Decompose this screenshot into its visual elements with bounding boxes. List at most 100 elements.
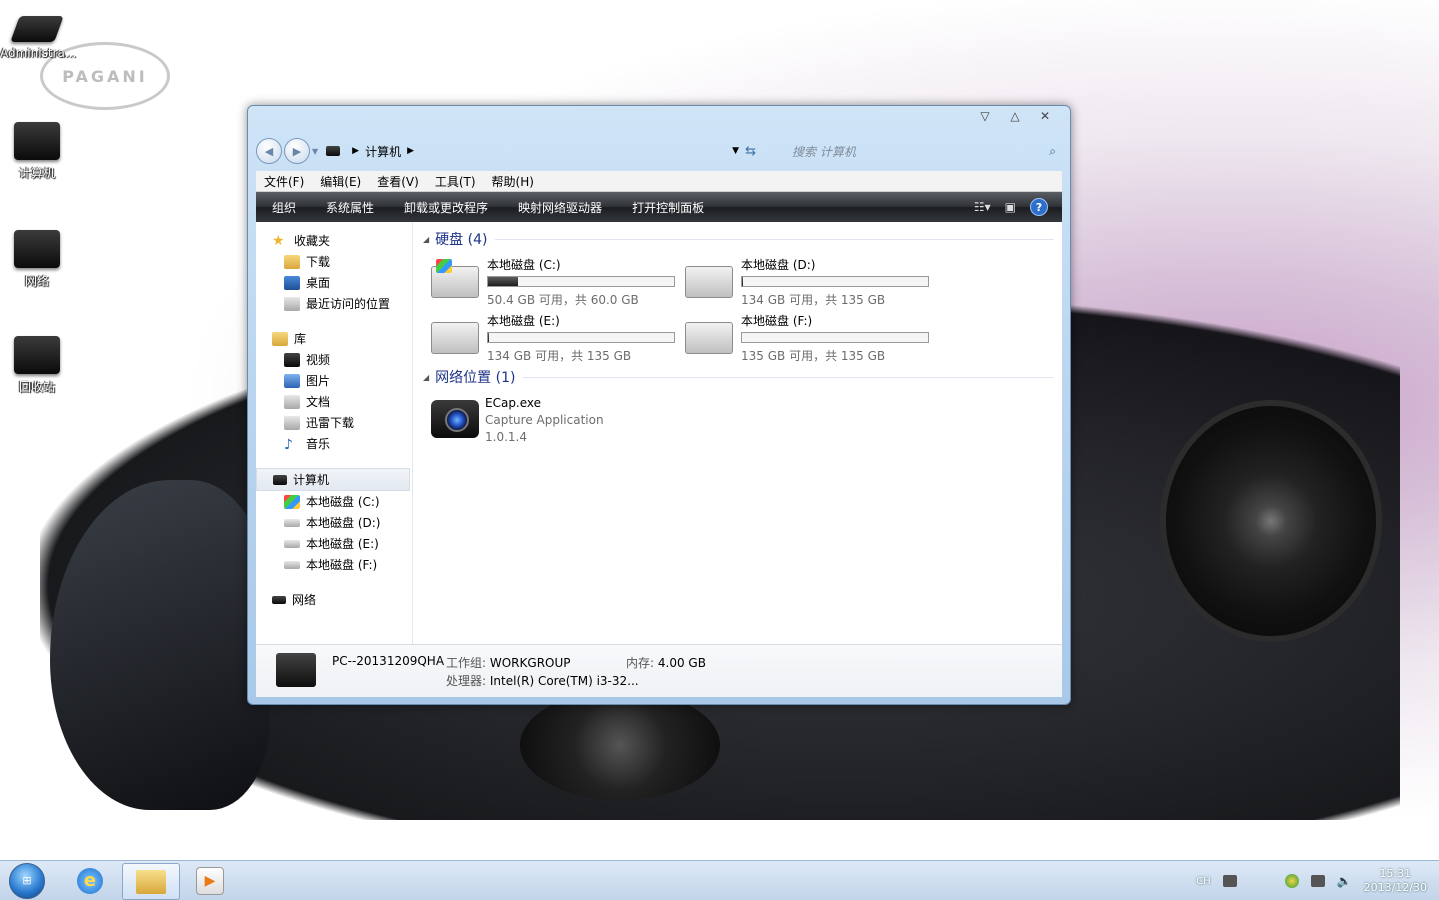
breadcrumb-computer[interactable]: 计算机 xyxy=(365,143,401,160)
history-dropdown-icon[interactable]: ▼ xyxy=(312,147,318,156)
menu-view[interactable]: 查看(V) xyxy=(377,173,419,190)
drive-c[interactable]: 本地磁盘 (C:) 50.4 GB 可用，共 60.0 GB xyxy=(423,254,677,310)
taskbar-explorer[interactable] xyxy=(122,863,180,900)
forward-button[interactable]: ▶ xyxy=(284,138,310,164)
uninstall-program-button[interactable]: 卸载或更改程序 xyxy=(404,199,488,216)
drive-d[interactable]: 本地磁盘 (D:) 134 GB 可用，共 135 GB xyxy=(677,254,931,310)
collapse-triangle-icon[interactable]: ◢ xyxy=(423,373,429,382)
drive-usage-bar xyxy=(487,276,675,287)
organize-button[interactable]: 组织 xyxy=(272,199,296,216)
nav-pictures[interactable]: 图片 xyxy=(284,370,412,391)
drive-usage-bar xyxy=(741,332,929,343)
nav-drive-e[interactable]: 本地磁盘 (E:) xyxy=(284,533,412,554)
section-header-network[interactable]: ◢ 网络位置 (1) xyxy=(423,368,1062,386)
nav-desktop[interactable]: 桌面 xyxy=(284,272,412,293)
minimize-button[interactable]: ▽ xyxy=(970,108,1000,124)
menu-file[interactable]: 文件(F) xyxy=(264,173,304,190)
computer-icon xyxy=(273,474,287,485)
desktop-icon-computer[interactable]: 计算机 xyxy=(0,122,74,181)
system-properties-button[interactable]: 系统属性 xyxy=(326,199,374,216)
open-control-panel-button[interactable]: 打开控制面板 xyxy=(632,199,704,216)
desktop-icon-label: 回收站 xyxy=(18,380,55,394)
desktop-icon-network[interactable]: 网络 xyxy=(0,230,74,289)
desktop-icon-label: 计算机 xyxy=(18,166,55,180)
view-options-icon[interactable]: ☷▾ xyxy=(974,200,991,214)
search-icon[interactable]: ⌕ xyxy=(1049,144,1056,159)
clock[interactable]: 15:31 2013/12/30 xyxy=(1364,867,1427,895)
chevron-right-icon[interactable]: ▶ xyxy=(352,146,359,156)
desktop-icon xyxy=(284,275,300,290)
computer-icon xyxy=(276,653,316,687)
map-network-drive-button[interactable]: 映射网络驱动器 xyxy=(518,199,602,216)
address-dropdown-icon[interactable]: ▼ xyxy=(732,146,739,156)
drive-e[interactable]: 本地磁盘 (E:) 134 GB 可用，共 135 GB xyxy=(423,310,677,366)
drive-free-space: 135 GB 可用，共 135 GB xyxy=(741,349,886,363)
nav-drive-c[interactable]: 本地磁盘 (C:) xyxy=(284,491,412,512)
taskbar-media-player[interactable]: ▶ xyxy=(182,863,238,898)
drive-icon xyxy=(685,266,733,298)
windows-logo-icon: ⊞ xyxy=(9,862,45,899)
nav-favorites[interactable]: ★ 收藏夹 xyxy=(272,230,412,251)
details-pane: PC--20131209QHA 工作组: WORKGROUP 内存: 4.00 … xyxy=(256,644,1062,697)
section-header-drives[interactable]: ◢ 硬盘 (4) xyxy=(423,230,1062,248)
nav-downloads[interactable]: 下载 xyxy=(284,251,412,272)
search-input[interactable]: 搜索 计算机 ⌕ xyxy=(762,140,1062,162)
menu-bar: 文件(F) 编辑(E) 查看(V) 工具(T) 帮助(H) xyxy=(256,171,1062,192)
pc-name: PC--20131209QHA xyxy=(332,654,445,668)
help-icon[interactable]: ? xyxy=(1030,198,1048,216)
drive-f[interactable]: 本地磁盘 (F:) 135 GB 可用，共 135 GB xyxy=(677,310,931,366)
network-icon xyxy=(272,595,286,604)
nav-computer[interactable]: 计算机 xyxy=(256,468,410,491)
maximize-button[interactable]: △ xyxy=(1000,108,1030,124)
language-indicator[interactable]: CH xyxy=(1196,876,1211,887)
nav-drive-d[interactable]: 本地磁盘 (D:) xyxy=(284,512,412,533)
menu-help[interactable]: 帮助(H) xyxy=(492,173,534,190)
recent-places-icon xyxy=(284,296,300,311)
desktop-icon-label: 网络 xyxy=(24,274,49,288)
nav-documents[interactable]: 文档 xyxy=(284,391,412,412)
back-button[interactable]: ◀ xyxy=(256,138,282,164)
menu-tools[interactable]: 工具(T) xyxy=(435,173,476,190)
drive-icon xyxy=(10,16,64,42)
nav-music[interactable]: ♪ 音乐 xyxy=(284,433,412,454)
drive-usage-bar xyxy=(487,332,675,343)
thunder-download-icon xyxy=(284,415,300,430)
refresh-icon[interactable]: ⇆ xyxy=(745,144,756,159)
preview-pane-icon[interactable]: ▣ xyxy=(1005,200,1016,214)
clock-time: 15:31 xyxy=(1379,867,1412,880)
security-icon[interactable] xyxy=(1284,874,1299,888)
drive-name: 本地磁盘 (E:) xyxy=(487,314,560,328)
nav-libraries[interactable]: 库 xyxy=(272,328,412,349)
command-bar: 组织 系统属性 卸载或更改程序 映射网络驱动器 打开控制面板 ☷▾ ▣ ? xyxy=(256,192,1062,222)
drive-list: 本地磁盘 (C:) 50.4 GB 可用，共 60.0 GB 本地磁盘 (D:)… xyxy=(423,254,1062,366)
system-drive-icon xyxy=(284,494,300,509)
network-item-version: 1.0.1.4 xyxy=(485,430,527,444)
start-button[interactable]: ⊞ xyxy=(6,861,48,900)
volume-icon[interactable]: 🔈 xyxy=(1337,874,1352,888)
collapse-triangle-icon[interactable]: ◢ xyxy=(423,235,429,244)
desktop-icon-admin[interactable]: Administra... xyxy=(0,16,76,60)
window-controls: ▽ △ ✕ xyxy=(970,108,1060,124)
video-icon xyxy=(284,352,300,367)
nav-videos[interactable]: 视频 xyxy=(284,349,412,370)
drive-icon xyxy=(284,518,300,527)
computer-icon xyxy=(14,122,60,160)
network-tray-icon[interactable] xyxy=(1310,875,1325,887)
drive-name: 本地磁盘 (D:) xyxy=(741,258,816,272)
nav-recent-places[interactable]: 最近访问的位置 xyxy=(284,293,412,314)
computer-icon xyxy=(326,146,341,156)
keyboard-icon[interactable] xyxy=(1222,875,1237,887)
chevron-right-icon[interactable]: ▶ xyxy=(407,146,414,156)
desktop-icon-recycle-bin[interactable]: 回收站 xyxy=(0,336,74,395)
drive-icon xyxy=(431,322,479,354)
nav-network[interactable]: 网络 xyxy=(272,589,412,610)
menu-edit[interactable]: 编辑(E) xyxy=(320,173,361,190)
address-bar[interactable]: ▶ 计算机 ▶ ▼ ⇆ xyxy=(326,140,756,162)
nav-drive-f[interactable]: 本地磁盘 (F:) xyxy=(284,554,412,575)
taskbar-ie[interactable]: e xyxy=(62,863,118,898)
network-item-name: ECap.exe xyxy=(485,396,542,410)
nav-thunder-downloads[interactable]: 迅雷下载 xyxy=(284,412,412,433)
close-button[interactable]: ✕ xyxy=(1030,108,1060,124)
window-body: ★ 收藏夹 下载 桌面 最近访问的位置 库 视频 图片 文档 迅雷下载 ♪ 音乐 … xyxy=(256,222,1062,644)
network-item-ecap[interactable]: ECap.exe Capture Application 1.0.1.4 xyxy=(423,396,1062,444)
